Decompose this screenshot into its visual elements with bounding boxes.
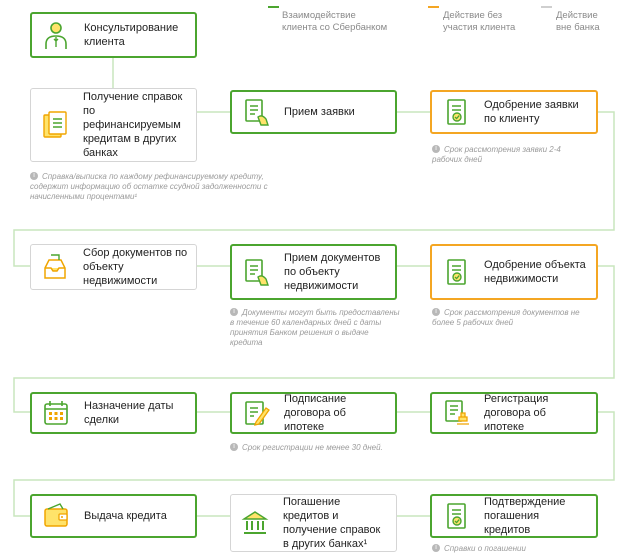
info-icon: i: [432, 544, 440, 552]
mortgage-process-diagram: Взаимодействие клиента со Сбербанком Дейс…: [0, 0, 640, 553]
inbox-icon: [41, 252, 69, 282]
process-step: Консультирование клиента: [30, 12, 197, 58]
info-icon: i: [230, 308, 238, 316]
process-step: Назначение даты сделки: [30, 392, 197, 434]
legend-label: Взаимодействие клиента со Сбербанком: [282, 10, 388, 33]
process-step-label: Подписание договора об ипотеке: [284, 393, 347, 433]
process-step: Выдача кредита: [30, 494, 197, 538]
bank-icon: [241, 508, 269, 538]
info-note-text: Срок рассмотрения документов не более 5 …: [432, 308, 580, 327]
process-step: Одобрение заявки по клиенту: [430, 90, 598, 134]
info-note: i Справка/выписка по каждому рефинансируе…: [30, 172, 270, 202]
calendar-icon: [42, 398, 70, 428]
process-step-label: Подтверждение погашения кредитов: [484, 496, 566, 536]
info-icon: i: [30, 172, 38, 180]
info-note-text: Справка/выписка по каждому рефинансируем…: [30, 172, 268, 201]
person-icon: [42, 20, 70, 50]
process-step: Погашение кредитов и получение справок в…: [230, 494, 397, 552]
process-step-label: Регистрация договора об ипотеке: [484, 393, 549, 433]
info-note-text: Срок рассмотрения заявки 2-4 рабочих дне…: [432, 145, 561, 164]
process-step-label: Прием документов по объекту недвижимости: [284, 252, 381, 292]
legend-swatch: [268, 6, 279, 8]
documents-icon: [41, 110, 69, 140]
document-stamp-icon: [442, 398, 470, 428]
document-hand-icon: [242, 97, 270, 127]
process-step: Сбор документов по объекту недвижимости: [30, 244, 197, 290]
legend-label: Действие вне банка: [556, 10, 600, 33]
process-step-label: Назначение даты сделки: [84, 400, 174, 426]
process-step: Получение справок по рефинансируемым кре…: [30, 88, 197, 162]
document-check-icon: [442, 257, 470, 287]
process-step: Регистрация договора об ипотеке: [430, 392, 598, 434]
info-note: i Срок рассмотрения документов не более 5…: [432, 308, 582, 328]
info-note-text: Срок регистрации не менее 30 дней.: [242, 443, 383, 452]
process-step-label: Одобрение заявки по клиенту: [484, 99, 579, 125]
legend-label: Действие без участия клиента: [443, 10, 516, 33]
info-note-text: Документы могут быть предоставлены в теч…: [230, 308, 400, 347]
process-step: Подписание договора об ипотеке: [230, 392, 397, 434]
info-note-text: Справки о погашении: [444, 544, 526, 553]
process-step-label: Погашение кредитов и получение справок в…: [283, 496, 381, 550]
document-check-icon: [442, 97, 470, 127]
process-step-label: Консультирование клиента: [84, 22, 179, 48]
info-icon: i: [432, 145, 440, 153]
document-hand-icon: [242, 257, 270, 287]
process-step-label: Выдача кредита: [84, 510, 167, 522]
document-pen-icon: [242, 398, 270, 428]
process-step: Подтверждение погашения кредитов: [430, 494, 598, 538]
process-step-label: Прием заявки: [284, 106, 355, 118]
info-icon: i: [230, 443, 238, 451]
info-note: i Документы могут быть предоставлены в те…: [230, 308, 400, 348]
process-step: Одобрение объекта недвижимости: [430, 244, 598, 300]
info-note: i Срок регистрации не менее 30 дней.: [230, 443, 420, 453]
process-step-label: Получение справок по рефинансируемым кре…: [83, 91, 183, 159]
process-step-label: Одобрение объекта недвижимости: [484, 259, 586, 285]
info-note: i Срок рассмотрения заявки 2-4 рабочих дн…: [432, 145, 582, 165]
legend-swatch: [541, 6, 552, 8]
legend-swatch: [428, 6, 439, 8]
document-check-icon: [442, 501, 470, 531]
wallet-icon: [42, 501, 70, 531]
process-step: Прием заявки: [230, 90, 397, 134]
info-icon: i: [432, 308, 440, 316]
process-step: Прием документов по объекту недвижимости: [230, 244, 397, 300]
process-step-label: Сбор документов по объекту недвижимости: [83, 247, 188, 287]
